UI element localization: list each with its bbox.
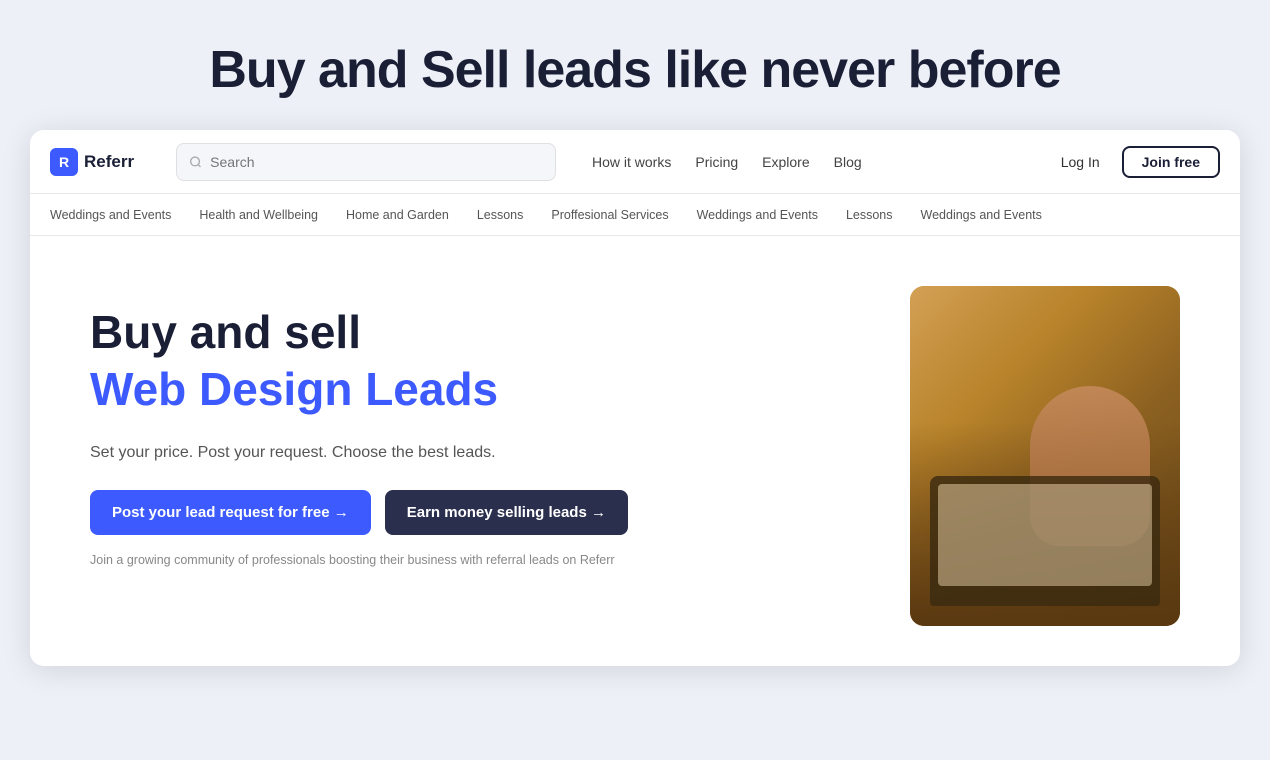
hero-title-plain: Buy and sell: [90, 306, 361, 358]
hero-title-blue: Web Design Leads: [90, 363, 670, 416]
browser-card: R Referr How it works Pricing Explore Bl…: [30, 130, 1240, 666]
category-lessons-1[interactable]: Lessons: [477, 208, 524, 222]
nav-link-pricing[interactable]: Pricing: [695, 154, 738, 170]
nav-actions: Log In Join free: [1051, 146, 1220, 178]
nav-links: How it works Pricing Explore Blog: [592, 154, 862, 170]
hero-image: [910, 286, 1180, 626]
hero-left: Buy and sell Web Design Leads Set your p…: [90, 286, 670, 626]
category-professional[interactable]: Proffesional Services: [551, 208, 668, 222]
category-weddings-3[interactable]: Weddings and Events: [921, 208, 1042, 222]
category-home[interactable]: Home and Garden: [346, 208, 449, 222]
post-lead-button[interactable]: Post your lead request for free →: [90, 490, 371, 535]
outer-background: Buy and Sell leads like never before R R…: [0, 0, 1270, 696]
search-icon: [189, 155, 202, 169]
category-bar: Weddings and Events Health and Wellbeing…: [30, 194, 1240, 236]
photo-bg: [910, 286, 1180, 626]
login-button[interactable]: Log In: [1051, 148, 1110, 176]
page-heading: Buy and Sell leads like never before: [30, 40, 1240, 100]
logo-area: R Referr: [50, 148, 160, 176]
category-weddings-2[interactable]: Weddings and Events: [697, 208, 818, 222]
category-weddings-1[interactable]: Weddings and Events: [50, 208, 171, 222]
nav-link-explore[interactable]: Explore: [762, 154, 809, 170]
hero-subtitle: Set your price. Post your request. Choos…: [90, 444, 670, 462]
search-bar[interactable]: [176, 143, 556, 181]
hero-title-area: Buy and sell Web Design Leads: [90, 306, 670, 416]
hero-buttons: Post your lead request for free → Earn m…: [90, 490, 670, 535]
category-lessons-2[interactable]: Lessons: [846, 208, 893, 222]
nav-link-blog[interactable]: Blog: [834, 154, 862, 170]
category-health[interactable]: Health and Wellbeing: [199, 208, 318, 222]
laptop-screen: [938, 484, 1152, 586]
logo-text: Referr: [84, 152, 134, 172]
earn-money-button[interactable]: Earn money selling leads →: [385, 490, 628, 535]
navbar: R Referr How it works Pricing Explore Bl…: [30, 130, 1240, 194]
nav-link-how-it-works[interactable]: How it works: [592, 154, 671, 170]
hero-section: Buy and sell Web Design Leads Set your p…: [30, 236, 1240, 666]
laptop-shape: [930, 476, 1160, 606]
logo-icon: R: [50, 148, 78, 176]
join-button[interactable]: Join free: [1122, 146, 1220, 178]
search-input[interactable]: [210, 154, 543, 170]
community-text: Join a growing community of professional…: [90, 553, 670, 567]
